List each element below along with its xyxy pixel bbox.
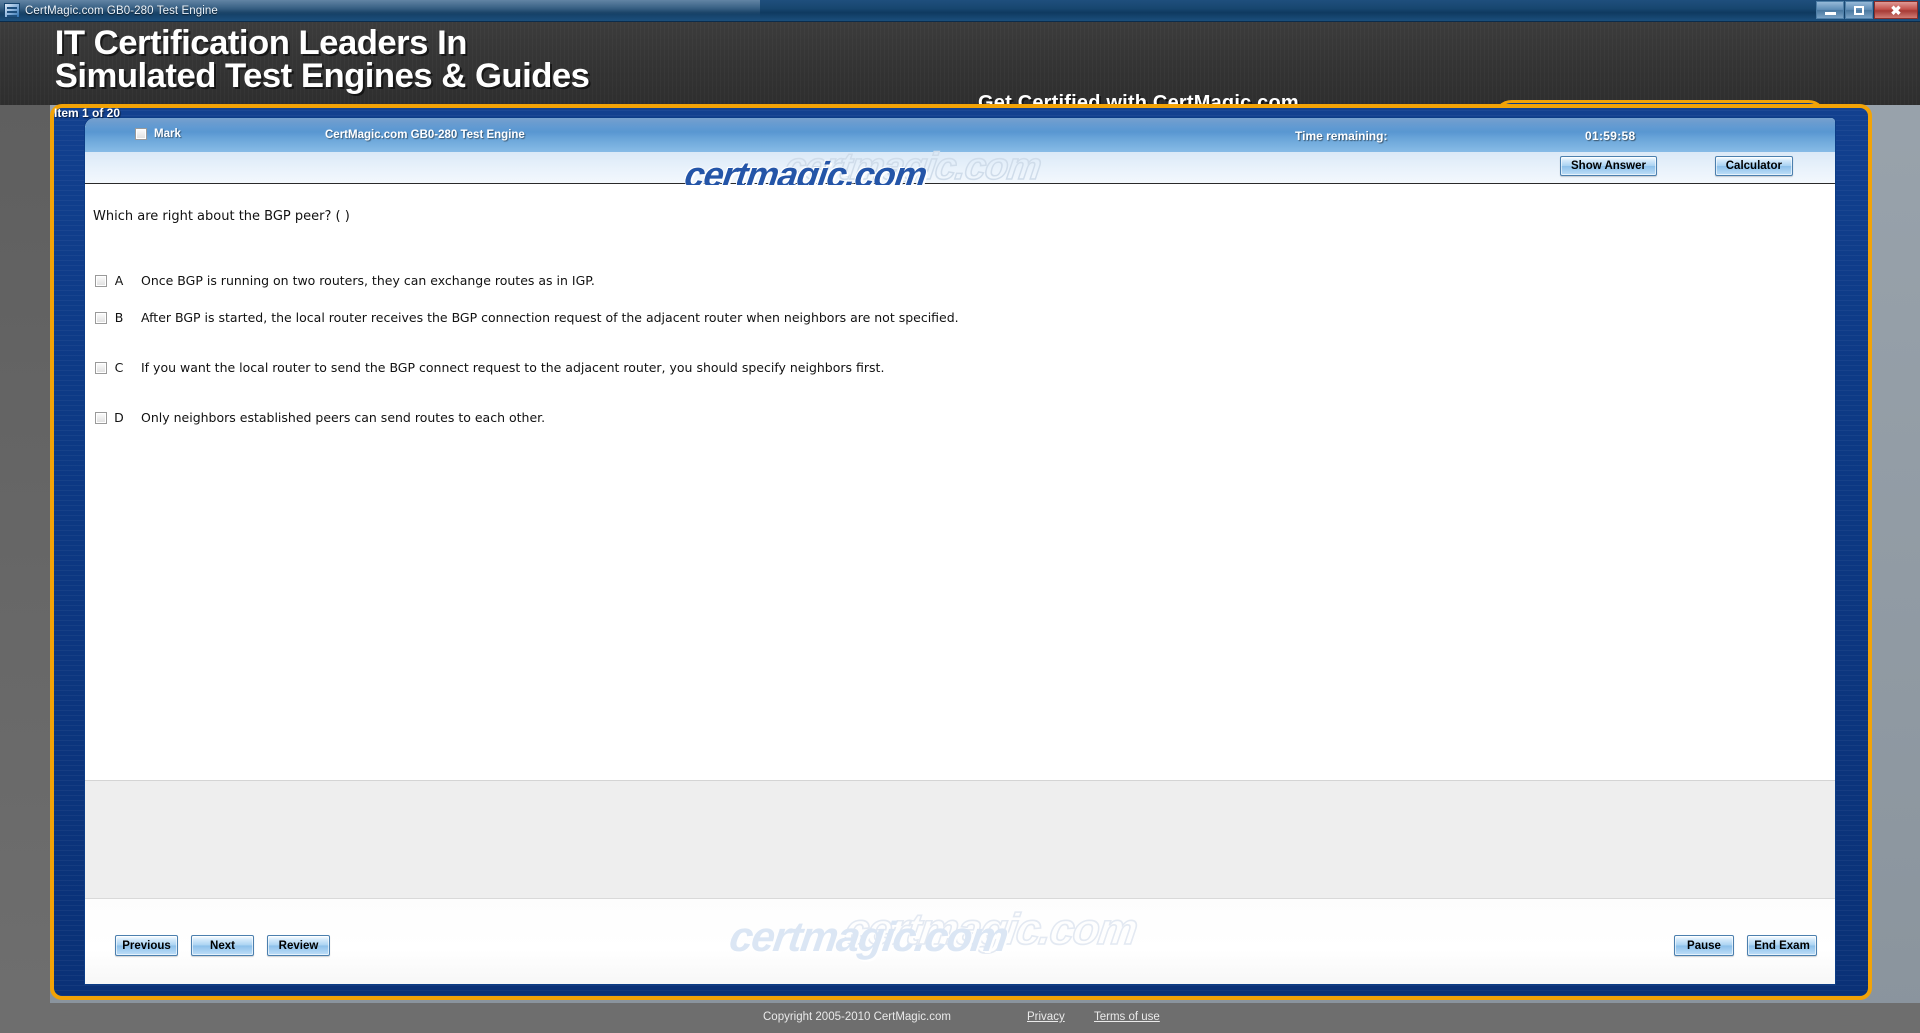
option-d-text: Only neighbors established peers can sen… bbox=[141, 410, 546, 425]
close-icon[interactable]: ✖ bbox=[1874, 1, 1918, 19]
option-a-text: Once BGP is running on two routers, they… bbox=[141, 273, 595, 288]
maximize-icon[interactable] bbox=[1845, 1, 1873, 19]
mark-question-control[interactable]: Mark bbox=[135, 128, 181, 140]
pause-button[interactable]: Pause bbox=[1674, 935, 1734, 956]
answer-option-d[interactable]: D Only neighbors established peers can s… bbox=[95, 410, 1835, 425]
watermark-logo-bottom: certmagic.com bbox=[726, 913, 1011, 960]
show-answer-button[interactable]: Show Answer bbox=[1560, 156, 1657, 176]
page-footer: Copyright 2005-2010 CertMagic.com Privac… bbox=[0, 1003, 1920, 1033]
desktop-background bbox=[0, 105, 50, 1003]
question-text: Which are right about the BGP peer? ( ) bbox=[93, 209, 350, 224]
mark-checkbox[interactable] bbox=[135, 128, 147, 140]
next-button[interactable]: Next bbox=[191, 935, 254, 956]
option-a-letter: A bbox=[114, 273, 124, 288]
app-icon bbox=[4, 3, 20, 18]
answer-option-a[interactable]: A Once BGP is running on two routers, th… bbox=[95, 273, 1835, 288]
option-d-checkbox[interactable] bbox=[95, 412, 107, 424]
copyright-text: Copyright 2005-2010 CertMagic.com bbox=[763, 1011, 951, 1023]
option-b-checkbox[interactable] bbox=[95, 312, 107, 324]
exam-navigation-bar: certmagic.com certmagic.com Previous Nex… bbox=[85, 898, 1835, 984]
terms-of-use-link[interactable]: Terms of use bbox=[1094, 1011, 1160, 1023]
option-c-letter: C bbox=[114, 360, 124, 375]
site-banner: IT Certification Leaders In Simulated Te… bbox=[0, 22, 1920, 105]
review-button[interactable]: Review bbox=[267, 935, 330, 956]
minimize-icon[interactable] bbox=[1816, 1, 1844, 19]
window-titlebar: CertMagic.com GB0-280 Test Engine ✖ bbox=[0, 0, 1920, 22]
nav-left-group: Previous Next Review bbox=[115, 935, 330, 956]
option-c-text: If you want the local router to send the… bbox=[141, 360, 885, 375]
time-remaining-value: 01:59:58 bbox=[1585, 129, 1636, 143]
answer-option-c[interactable]: C If you want the local router to send t… bbox=[95, 360, 1835, 375]
exam-panel: Mark CertMagic.com GB0-280 Test Engine T… bbox=[85, 118, 1835, 984]
mark-label: Mark bbox=[154, 128, 181, 140]
option-b-letter: B bbox=[114, 310, 124, 325]
exam-toolbar: certmagic.com certmagic.com Show Answer … bbox=[85, 145, 1835, 195]
option-a-checkbox[interactable] bbox=[95, 275, 107, 287]
banner-headline: IT Certification Leaders In Simulated Te… bbox=[54, 26, 590, 95]
item-counter: Item 1 of 20 bbox=[54, 106, 121, 120]
engine-name-label: CertMagic.com GB0-280 Test Engine bbox=[325, 129, 525, 141]
option-b-text: After BGP is started, the local router r… bbox=[141, 310, 959, 325]
option-c-checkbox[interactable] bbox=[95, 362, 107, 374]
answer-options-list: A Once BGP is running on two routers, th… bbox=[95, 273, 1835, 425]
privacy-link[interactable]: Privacy bbox=[1027, 1011, 1065, 1023]
nav-right-group: Pause End Exam bbox=[1674, 935, 1817, 956]
banner-headline-line2: Simulated Test Engines & Guides bbox=[54, 57, 590, 95]
exam-spacer-panel bbox=[85, 780, 1835, 898]
end-exam-button[interactable]: End Exam bbox=[1747, 935, 1817, 956]
previous-button[interactable]: Previous bbox=[115, 935, 178, 956]
window-controls: ✖ bbox=[1816, 1, 1918, 19]
window-title: CertMagic.com GB0-280 Test Engine bbox=[25, 4, 218, 17]
application-window: CertMagic.com GB0-280 Test Engine ✖ IT C… bbox=[0, 0, 1920, 1033]
answer-option-b[interactable]: B After BGP is started, the local router… bbox=[95, 310, 1835, 325]
calculator-button[interactable]: Calculator bbox=[1714, 156, 1793, 176]
question-area: Which are right about the BGP peer? ( ) … bbox=[85, 185, 1835, 780]
time-remaining-label: Time remaining: bbox=[1295, 129, 1388, 143]
option-d-letter: D bbox=[114, 410, 124, 425]
